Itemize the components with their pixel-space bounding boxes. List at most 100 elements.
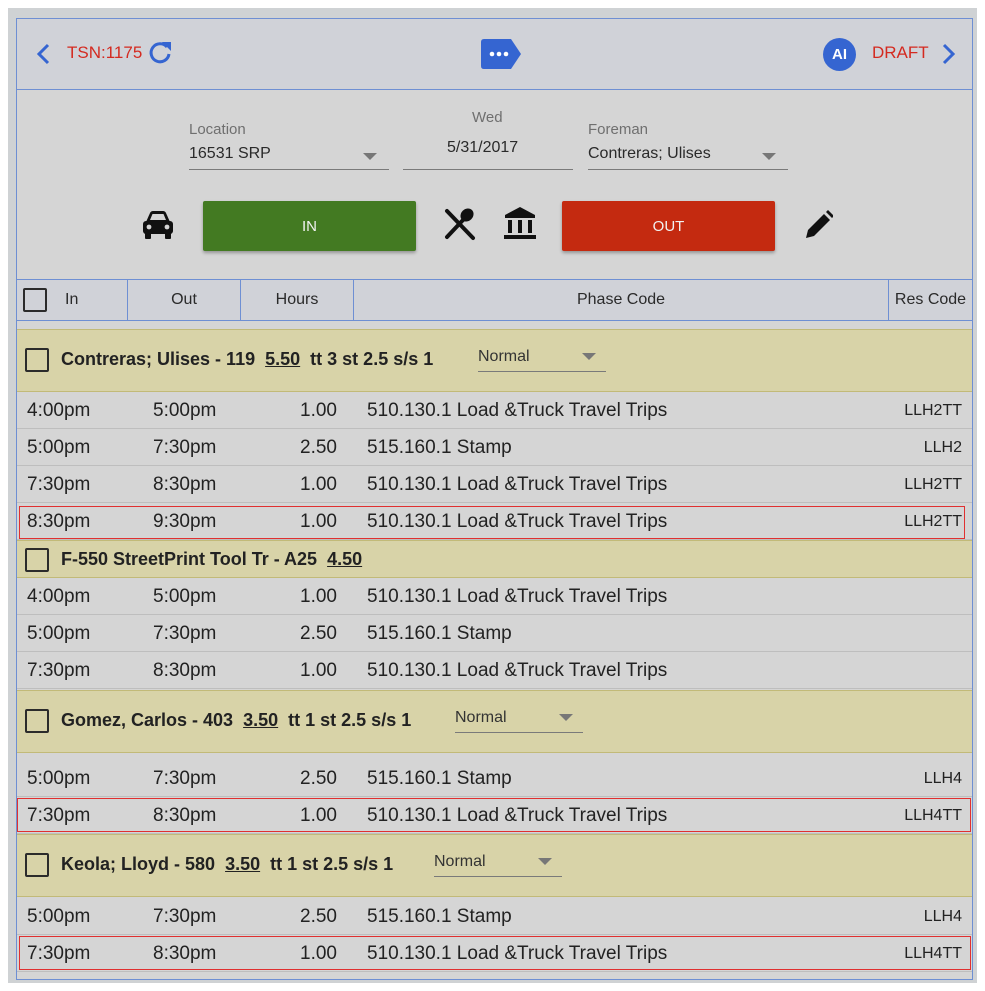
cell-hours: 2.50 [300,906,337,927]
pay-type-value: Normal [478,348,530,365]
cell-hours: 1.00 [300,805,337,826]
cell-out: 8:30pm [153,943,217,964]
chevron-down-icon[interactable] [363,153,377,160]
group-hours[interactable]: 3.50 [225,854,260,874]
group-title: Keola; Lloyd - 580 3.50 tt 1 st 2.5 s/s … [61,854,393,875]
in-button[interactable]: IN [203,201,416,251]
date-field[interactable]: 5/31/2017 [447,139,518,157]
group-hours[interactable]: 3.50 [243,710,278,730]
group-checkbox[interactable] [25,853,49,877]
foreman-select[interactable]: Contreras; Ulises [588,145,711,163]
out-button[interactable]: OUT [562,201,775,251]
cell-phase-code: 515.160.1 Stamp [367,623,512,644]
table-row[interactable]: 7:30pm 8:30pm 1.00 510.130.1 Load &Truck… [17,797,972,834]
group-checkbox[interactable] [25,709,49,733]
table-row[interactable]: 4:00pm 5:00pm 1.00 510.130.1 Load &Truck… [17,578,972,615]
cell-hours: 2.50 [300,437,337,458]
cell-out: 5:00pm [153,400,217,421]
cell-res-code: LLH4TT [904,807,962,824]
employee-group[interactable]: Gomez, Carlos - 403 3.50 tt 1 st 2.5 s/s… [17,690,972,753]
cell-hours: 2.50 [300,623,337,644]
pay-type-select[interactable]: Normal [455,707,583,733]
cell-in: 4:00pm [27,400,91,421]
cell-hours: 1.00 [300,400,337,421]
location-select[interactable]: 16531 SRP [189,145,271,163]
cell-res-code: LLH4TT [904,945,962,962]
top-bar: TSN:1175 AI DRAFT [17,19,972,90]
table-row[interactable]: 7:30pm 8:30pm 1.00 510.130.1 Load &Truck… [17,652,972,689]
column-header-res-code[interactable]: Res Code [889,280,972,320]
group-title: F-550 StreetPrint Tool Tr - A25 4.50 [61,549,362,570]
group-name: F-550 StreetPrint Tool Tr - A25 [61,549,318,569]
timesheet-form: Location 16531 SRP Wed 5/31/2017 Foreman… [17,91,972,279]
employee-group[interactable]: Keola; Lloyd - 580 3.50 tt 1 st 2.5 s/s … [17,834,972,897]
cell-phase-code: 510.130.1 Load &Truck Travel Trips [367,805,668,826]
employee-group[interactable]: Contreras; Ulises - 119 5.50 tt 3 st 2.5… [17,329,972,392]
table-row[interactable]: 5:00pm 7:30pm 2.50 515.160.1 Stamp LLH4 [17,760,972,797]
cell-out: 8:30pm [153,660,217,681]
avatar[interactable]: AI [823,38,856,71]
chevron-down-icon[interactable] [559,714,573,721]
group-checkbox[interactable] [25,548,49,572]
car-icon[interactable] [141,209,175,241]
cell-phase-code: 510.130.1 Load &Truck Travel Trips [367,474,668,495]
column-header-hours[interactable]: Hours [241,280,354,320]
foreman-underline [588,169,788,170]
cell-phase-code: 515.160.1 Stamp [367,437,512,458]
chat-bubble-icon[interactable] [479,38,523,70]
cell-res-code: LLH4 [923,770,962,787]
chevron-right-icon[interactable] [937,41,959,67]
date-underline [403,169,573,170]
table-row[interactable]: 5:00pm 7:30pm 2.50 515.160.1 Stamp [17,615,972,652]
equipment-group[interactable]: F-550 StreetPrint Tool Tr - A25 4.50 [17,540,972,578]
table-row[interactable]: 5:00pm 7:30pm 2.50 515.160.1 Stamp LLH4 [17,898,972,935]
table-row[interactable]: 5:00pm 7:30pm 2.50 515.160.1 Stamp LLH2 [17,429,972,466]
group-title: Contreras; Ulises - 119 5.50 tt 3 st 2.5… [61,349,433,370]
bank-icon[interactable] [502,205,538,241]
column-header-phase-code[interactable]: Phase Code [354,280,889,320]
cell-out: 5:00pm [153,586,217,607]
pay-type-select[interactable]: Normal [478,346,606,372]
chevron-down-icon[interactable] [538,858,552,865]
cell-in: 7:30pm [27,660,91,681]
timesheet-app: TSN:1175 AI DRAFT Location 16531 SRP Wed… [16,18,973,980]
group-hours[interactable]: 4.50 [327,549,362,569]
cell-in: 5:00pm [27,768,91,789]
table-row[interactable]: 4:00pm 5:00pm 1.00 510.130.1 Load &Truck… [17,392,972,429]
pay-type-select[interactable]: Normal [434,851,562,877]
refresh-icon[interactable] [147,39,173,65]
chevron-down-icon[interactable] [762,153,776,160]
cell-out: 7:30pm [153,906,217,927]
foreman-label: Foreman [588,121,649,138]
cell-in: 5:00pm [27,437,91,458]
cell-phase-code: 510.130.1 Load &Truck Travel Trips [367,660,668,681]
pencil-icon[interactable] [803,209,833,241]
column-header-in-label: In [65,291,79,308]
group-hours[interactable]: 5.50 [265,349,300,369]
status-badge: DRAFT [872,43,929,62]
group-detail: tt 3 st 2.5 s/s 1 [310,349,434,369]
select-all-checkbox[interactable] [23,288,47,312]
column-header-in[interactable]: In [17,280,128,320]
table-row[interactable]: 7:30pm 8:30pm 1.00 510.130.1 Load &Truck… [17,935,972,972]
cell-out: 9:30pm [153,511,217,532]
table-row[interactable]: 8:30pm 9:30pm 1.00 510.130.1 Load &Truck… [17,503,972,540]
pay-type-value: Normal [434,853,486,870]
table-row[interactable]: 7:30pm 8:30pm 1.00 510.130.1 Load &Truck… [17,466,972,503]
cell-hours: 1.00 [300,586,337,607]
group-checkbox[interactable] [25,348,49,372]
group-detail: tt 1 st 2.5 s/s 1 [270,854,394,874]
group-name: Gomez, Carlos - 403 [61,710,234,730]
chevron-down-icon[interactable] [582,353,596,360]
cell-in: 5:00pm [27,623,91,644]
group-name: Keola; Lloyd - 580 [61,854,216,874]
chevron-left-icon[interactable] [33,41,55,67]
cell-in: 7:30pm [27,805,91,826]
cell-res-code: LLH2TT [904,513,962,530]
group-name: Contreras; Ulises - 119 [61,349,256,369]
location-label: Location [189,121,246,138]
group-detail: tt 1 st 2.5 s/s 1 [288,710,412,730]
column-header-out[interactable]: Out [128,280,241,320]
utensils-icon[interactable] [443,207,477,241]
cell-hours: 1.00 [300,511,337,532]
